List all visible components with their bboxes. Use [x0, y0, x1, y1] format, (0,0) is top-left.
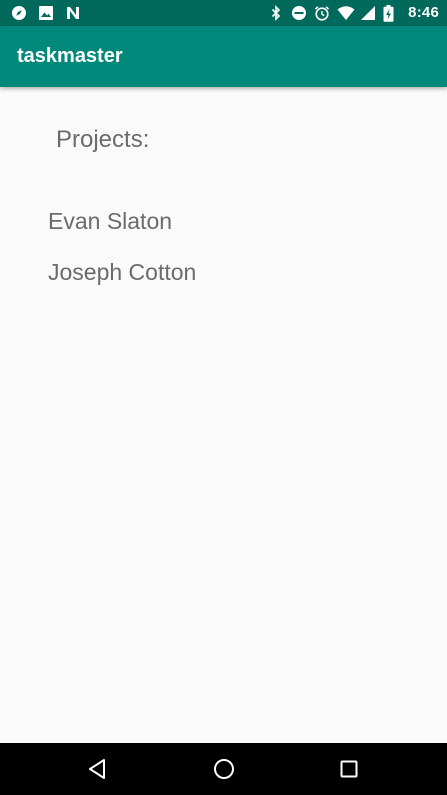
status-right-icons: 8:46 [268, 4, 439, 22]
n-logo-icon [65, 5, 81, 21]
app-title: taskmaster [17, 45, 123, 67]
navigation-bar [0, 743, 447, 795]
app-bar: taskmaster [0, 26, 447, 87]
project-item-evan-slaton[interactable]: Evan Slaton [48, 207, 196, 258]
signal-icon [360, 5, 376, 21]
project-item-joseph-cotton[interactable]: Joseph Cotton [48, 258, 196, 309]
image-icon [38, 5, 54, 21]
status-clock: 8:46 [408, 4, 439, 21]
status-left-icons [11, 5, 81, 21]
alarm-icon [314, 5, 330, 21]
status-bar: 8:46 [0, 0, 447, 26]
home-icon[interactable] [212, 757, 236, 781]
projects-heading: Projects: [56, 126, 150, 153]
do-not-disturb-icon [291, 5, 307, 21]
project-list: Evan Slaton Joseph Cotton [48, 207, 196, 309]
recents-icon[interactable] [337, 757, 361, 781]
back-icon[interactable] [86, 757, 110, 781]
battery-charging-icon [383, 5, 399, 22]
compass-icon [11, 5, 27, 21]
bluetooth-icon [268, 5, 284, 21]
screen: 8:46 taskmaster Projects: Evan Slaton Jo… [0, 0, 447, 795]
wifi-icon [337, 5, 355, 21]
